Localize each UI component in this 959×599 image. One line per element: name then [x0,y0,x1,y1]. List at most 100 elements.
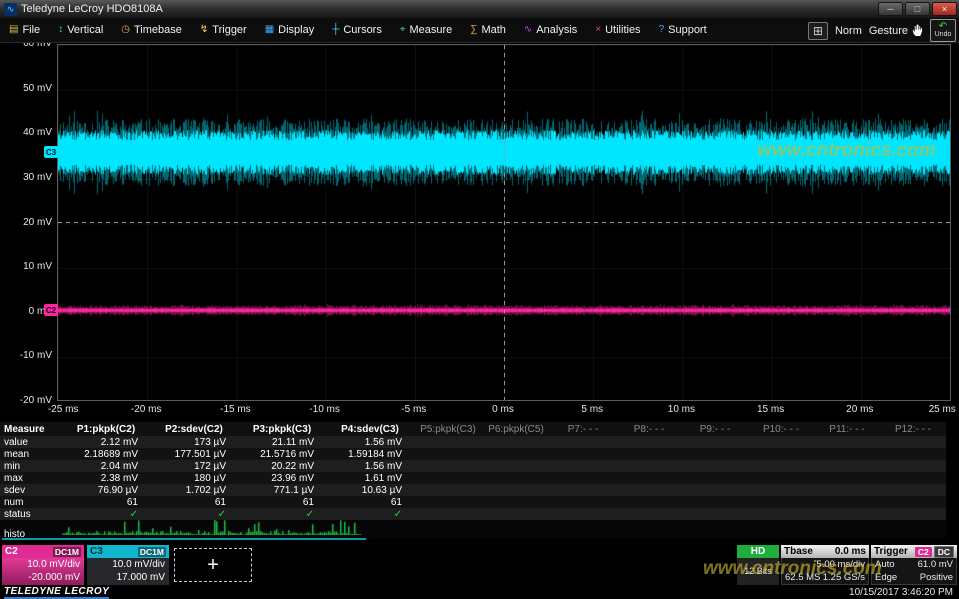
gesture-label: Gesture [869,25,908,37]
brand-logo: TELEDYNE LECROY [4,586,109,599]
x-axis-label: 5 ms [581,404,603,415]
menu-label: Measure [410,24,453,36]
vertical-icon: ↕ [58,25,63,35]
trigger-label: Trigger [874,546,908,557]
hd-label: HD [737,545,779,558]
menu-label: Display [278,24,314,36]
measure-row-sdev: sdev76.90 µV1.702 µV771.1 µV10.63 µV [0,484,946,496]
trigger-icon: ↯ [200,25,208,35]
measure-row-mean: mean2.18689 mV177.501 µV21.5716 mV1.5918… [0,448,946,460]
measure-cell: 1.61 mV [326,473,414,484]
clock: 10/15/2017 3:46:20 PM [849,587,953,598]
trace-indicator-c2[interactable]: C2 [44,304,58,316]
measure-column-header[interactable]: P9:- - - [682,424,748,435]
measure-column-header[interactable]: P12:- - - [880,424,946,435]
graticule[interactable]: C3C2 [57,44,951,401]
channel-descriptor-c3[interactable]: C3 DC1M10.0 mV/div17.000 mV [87,545,169,585]
gesture-button[interactable]: Gesture [869,24,923,37]
measure-row-histo: histo [0,520,946,538]
x-axis-label: -15 ms [220,404,251,415]
menu-trigger[interactable]: ↯Trigger [191,18,256,42]
measure-column-header[interactable]: P8:- - - [616,424,682,435]
measure-cell: 2.04 mV [62,461,150,472]
coupling-badge: DC1M [138,547,166,557]
x-axis-label: 15 ms [757,404,784,415]
measure-title: Measure [0,424,62,435]
measure-cell: 1.702 µV [150,485,238,496]
x-axis-label: -20 ms [131,404,162,415]
volts-per-div: 10.0 mV/div [91,558,165,571]
measure-column-header[interactable]: P5:pkpk(C3) [414,424,482,435]
trigger-descriptor[interactable]: Trigger C2 DC Auto 61.0 mV Edge Positive [871,545,957,585]
measure-cell: 76.90 µV [62,485,150,496]
measure-cell: 10.63 µV [326,485,414,496]
measure-row-status: status✓✓✓✓ [0,508,946,520]
measure-column-header[interactable]: P4:sdev(C3) [326,424,414,435]
measure-header-row: MeasureP1:pkpk(C2)P2:sdev(C2)P3:pkpk(C3)… [0,422,946,436]
menu-label: Vertical [67,24,103,36]
measure-column-header[interactable]: P3:pkpk(C3) [238,424,326,435]
undo-label: Undo [935,31,952,39]
channel-descriptor-c2[interactable]: C2DC1M10.0 mV/div-20.000 mV [2,545,84,585]
measure-cell: 2.38 mV [62,473,150,484]
menu-analysis[interactable]: ∿Analysis [515,18,586,42]
norm-label: Norm [835,25,862,37]
channel-header: C3 DC1M [87,545,169,558]
menu-utilities[interactable]: ×Utilities [586,18,649,42]
measure-icon: ⌖ [400,25,406,35]
menu-math[interactable]: ∑Math [461,18,515,42]
measure-cell: 1.56 mV [326,461,414,472]
measure-cell: 61 [238,497,326,508]
minimize-button[interactable]: ─ [878,2,903,16]
measure-cell: 1.59184 mV [326,449,414,460]
measure-cell: ✓ [238,509,326,520]
measure-cell: 172 µV [150,461,238,472]
x-axis-label: -10 ms [309,404,340,415]
measure-row-max: max2.38 mV180 µV23.96 mV1.61 mV [0,472,946,484]
menu-label: File [22,24,40,36]
add-channel-button[interactable]: + [174,548,252,582]
menu-measure[interactable]: ⌖ Measure [391,18,461,42]
measure-column-header[interactable]: P2:sdev(C2) [150,424,238,435]
measure-cell: 23.96 mV [238,473,326,484]
menu-file[interactable]: ▤File [0,18,49,42]
tbase-delay: 0.0 ms [835,546,866,557]
undo-button[interactable]: ↶ Undo [930,19,956,42]
timebase-descriptor[interactable]: Tbase 0.0 ms 5.00 ms/div 62.5 MS 1.25 GS… [781,545,869,585]
channel-id: C3 [90,546,103,557]
measure-row-label: mean [0,449,62,460]
oscilloscope-app: ∿ Teledyne LeCroy HDO8108A ─ □ × ▤File ↕ V… [0,0,959,599]
maximize-button[interactable]: □ [905,2,930,16]
menu-label: Math [481,24,505,36]
support-icon: ? [659,25,665,35]
measure-column-header[interactable]: P7:- - - [550,424,616,435]
sample-rate: 1.25 GS/s [823,571,865,584]
measure-row-value: value2.12 mV173 µV21.11 mV1.56 mV [0,436,946,448]
window-title: Teledyne LeCroy HDO8108A [21,3,878,15]
channel-settings: 10.0 mV/div17.000 mV [87,558,169,585]
measure-column-header[interactable]: P10:- - - [748,424,814,435]
analysis-icon: ∿ [524,25,532,35]
hand-icon [912,24,923,37]
x-axis-label: 20 ms [846,404,873,415]
measure-cell: ✓ [326,509,414,520]
time-per-div: 5.00 ms/div [816,558,865,571]
channel-offset: -20.000 mV [6,571,80,584]
channel-id: C2 [5,546,18,557]
measure-column-header[interactable]: P11:- - - [814,424,880,435]
menu-support[interactable]: ?Support [650,18,716,42]
measure-cell: 180 µV [150,473,238,484]
menu-display[interactable]: ▦Display [256,18,324,42]
menu-cursors[interactable]: ┼Cursors [323,18,391,42]
menu-label: Support [668,24,707,36]
touch-mode-button[interactable]: ⊞ [808,22,828,40]
measure-column-header[interactable]: P1:pkpk(C2) [62,424,150,435]
menu-vertical[interactable]: ↕ Vertical [49,18,112,42]
trace-indicator-c3[interactable]: C3 [44,146,58,158]
measure-cell: 1.56 mV [326,437,414,448]
menu-timebase[interactable]: ◷Timebase [112,18,191,42]
close-button[interactable]: × [932,2,957,16]
measure-row-label: num [0,497,62,508]
measure-column-header[interactable]: P6:pkpk(C5) [482,424,550,435]
volts-per-div: 10.0 mV/div [6,558,80,571]
